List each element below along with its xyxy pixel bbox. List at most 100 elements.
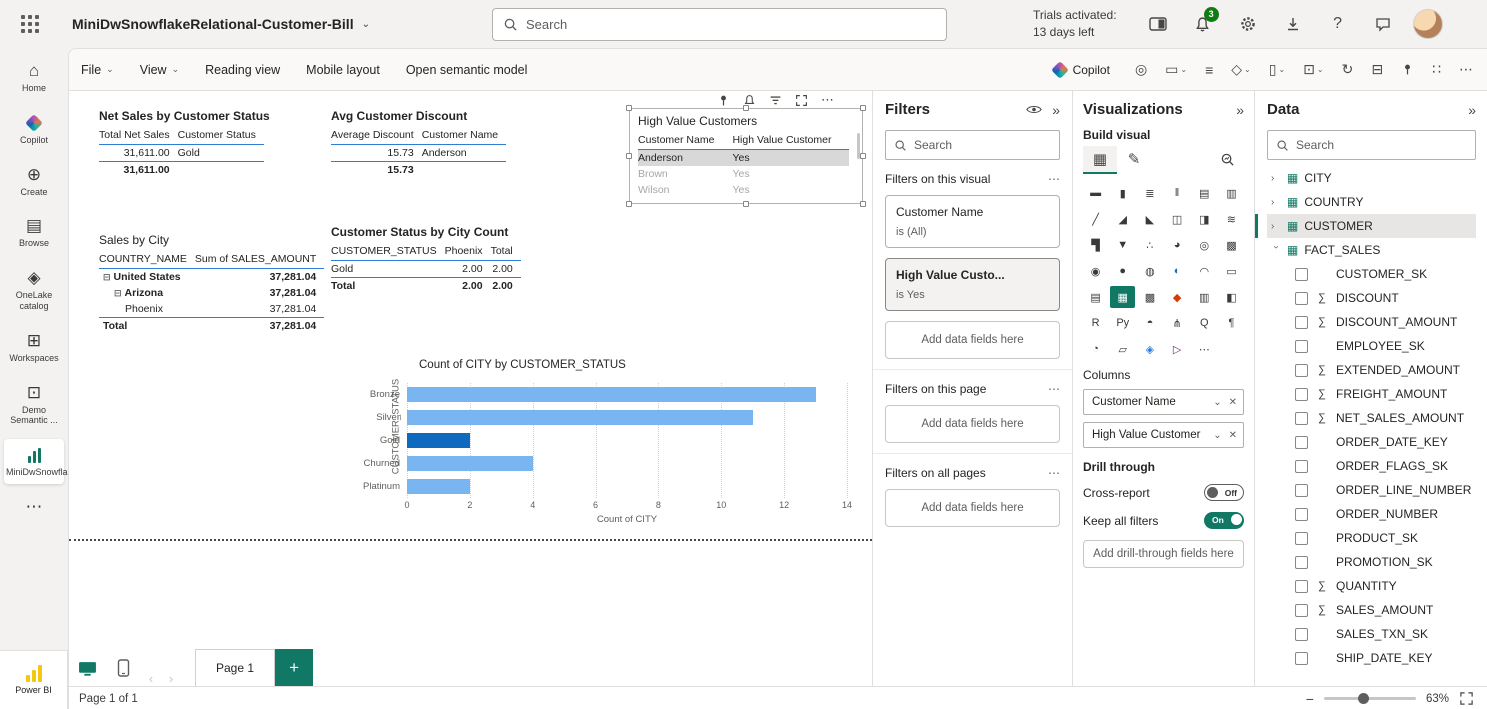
report-title-menu[interactable]: MiniDwSnowflakeRelational-Customer-Bill … (72, 16, 370, 32)
scrollbar[interactable] (857, 133, 860, 159)
keep-all-filters-toggle[interactable]: On (1204, 512, 1244, 529)
matrix-row[interactable]: Phoenix37,281.04 (99, 301, 324, 318)
data-field-PRODUCT_SK[interactable]: ∑PRODUCT_SK (1267, 526, 1476, 550)
collapse-pane-icon[interactable]: » (1236, 102, 1244, 118)
table-row[interactable]: AndersonYes (638, 150, 849, 167)
visual-type-paginated-report[interactable]: ▱ (1110, 338, 1135, 360)
side-pane-toggle-icon[interactable] (1143, 9, 1173, 39)
chevron-icon[interactable]: › (1271, 197, 1281, 208)
visual-type-filled-map[interactable]: ● (1110, 260, 1135, 282)
menu-file[interactable]: File⌄ (81, 63, 114, 77)
data-field-SHIP_DATE_KEY[interactable]: ∑SHIP_DATE_KEY (1267, 646, 1476, 670)
visual-type-clustered-bar-chart[interactable]: ≣ (1137, 182, 1162, 204)
resize-handle[interactable] (626, 201, 632, 207)
fit-to-page-icon[interactable] (1459, 691, 1474, 706)
field-checkbox[interactable] (1295, 652, 1308, 665)
more-options-icon[interactable]: ⋯ (1048, 172, 1060, 186)
visual-type-stacked-bar-chart[interactable]: ▬ (1083, 182, 1108, 204)
visual-type-map[interactable]: ◉ (1083, 260, 1108, 282)
field-checkbox[interactable] (1295, 484, 1308, 497)
data-table-COUNTRY[interactable]: ›▦COUNTRY (1267, 190, 1476, 214)
resize-handle[interactable] (860, 153, 866, 159)
menu-reading-view[interactable]: Reading view (205, 63, 280, 77)
field-checkbox[interactable] (1295, 436, 1308, 449)
matrix-row[interactable]: ⊟Arizona37,281.04 (99, 285, 324, 301)
remove-field-icon[interactable]: ✕ (1229, 430, 1237, 441)
field-checkbox[interactable] (1295, 340, 1308, 353)
app-launcher-icon[interactable] (12, 6, 48, 42)
frame-icon[interactable]: ⊡⌄ (1300, 58, 1326, 81)
filters-icon[interactable] (769, 94, 782, 107)
field-checkbox[interactable] (1295, 292, 1308, 305)
data-table-FACT_SALES[interactable]: ›▦FACT_SALES (1267, 238, 1476, 262)
field-checkbox[interactable] (1295, 364, 1308, 377)
visual-type-qa-visual[interactable]: Q (1192, 312, 1217, 334)
add-data-fields[interactable]: Add data fields here (885, 489, 1060, 527)
field-chip[interactable]: Customer Name⌄✕ (1083, 389, 1244, 415)
visual-type-waterfall-chart[interactable]: ▜ (1083, 234, 1108, 256)
explore-icon[interactable]: ◎ (1132, 58, 1150, 81)
zoom-slider[interactable] (1324, 697, 1416, 700)
cross-report-toggle[interactable]: Off (1204, 484, 1244, 501)
visual-sales-by-city-matrix[interactable]: Sales by City COUNTRY_NAMESum of SALES_A… (99, 233, 319, 334)
visual-type-more-visuals[interactable]: ⋯ (1192, 338, 1217, 360)
help-icon[interactable]: ? (1323, 9, 1353, 39)
bar-churned[interactable] (407, 456, 533, 471)
sidebar-item-create[interactable]: ⊕Create (4, 159, 64, 204)
data-field-EXTENDED_AMOUNT[interactable]: ∑EXTENDED_AMOUNT (1267, 358, 1476, 382)
filters-search[interactable] (885, 130, 1060, 160)
visual-type-matrix[interactable]: ▩ (1137, 286, 1162, 308)
visual-type-key-influencers[interactable]: ◓ (1137, 312, 1162, 334)
data-field-SALES_TXN_SK[interactable]: ∑SALES_TXN_SK (1267, 622, 1476, 646)
visual-type-card[interactable]: ▭ (1219, 260, 1244, 282)
visual-type-line-chart[interactable]: ╱ (1083, 208, 1108, 230)
menu-mobile-layout[interactable]: Mobile layout (306, 63, 380, 77)
web-view-icon[interactable] (69, 650, 105, 686)
remove-field-icon[interactable]: ✕ (1229, 397, 1237, 408)
sidebar-item-workspaces[interactable]: ⊞Workspaces (4, 325, 64, 370)
visual-type-ribbon-chart[interactable]: ≋ (1219, 208, 1244, 230)
menu-open-semantic-model[interactable]: Open semantic model (406, 63, 528, 77)
visual-type-decomposition-tree[interactable]: ⋔ (1164, 312, 1189, 334)
visual-type-kpi[interactable]: ◆ (1164, 286, 1189, 308)
add-page-button[interactable]: + (275, 649, 313, 686)
sidebar-item-home[interactable]: ⌂Home (4, 55, 64, 100)
resize-handle[interactable] (743, 105, 749, 111)
visual-type-table[interactable]: ▦ (1110, 286, 1135, 308)
pin-icon[interactable] (1398, 60, 1417, 79)
visual-type-multi-row-card[interactable]: ▤ (1083, 286, 1108, 308)
feedback-icon[interactable] (1368, 9, 1398, 39)
visual-status-by-city-matrix[interactable]: Customer Status by City Count CUSTOMER_S… (331, 225, 531, 294)
matrix-row[interactable]: Gold2.002.00 (331, 261, 521, 278)
visual-type-line-and-clustered-column-chart[interactable]: ◨ (1192, 208, 1217, 230)
sidebar-item-copilot[interactable]: Copilot (4, 107, 64, 152)
visual-type-treemap[interactable]: ▩ (1219, 234, 1244, 256)
data-search[interactable] (1267, 130, 1476, 160)
visual-type-100-stacked-column-chart[interactable]: ▥ (1219, 182, 1244, 204)
view-mode-icon[interactable]: ▯⌄ (1266, 58, 1288, 81)
chevron-icon[interactable]: › (1271, 245, 1282, 255)
focus-mode-icon[interactable] (795, 94, 808, 107)
field-checkbox[interactable] (1295, 412, 1308, 425)
eye-icon[interactable] (1026, 104, 1042, 115)
add-data-fields[interactable]: Add data fields here (885, 321, 1060, 359)
table-row[interactable]: 31,611.00Gold (99, 145, 264, 162)
visual-type-gauge[interactable]: ◠ (1192, 260, 1217, 282)
global-search[interactable] (492, 8, 947, 41)
tab-build-visual[interactable]: ▦ (1083, 146, 1117, 174)
visual-type-stacked-area-chart[interactable]: ◣ (1137, 208, 1162, 230)
field-checkbox[interactable] (1295, 508, 1308, 521)
tab-analytics[interactable] (1210, 146, 1244, 174)
field-checkbox[interactable] (1295, 460, 1308, 473)
tab-format-visual[interactable]: ✎ (1117, 146, 1151, 174)
more-options-icon[interactable]: ⋯ (1048, 382, 1060, 396)
data-field-DISCOUNT[interactable]: ∑DISCOUNT (1267, 286, 1476, 310)
visual-type-arcgis-map[interactable]: ◈ (1137, 338, 1162, 360)
menu-view[interactable]: View⌄ (140, 63, 179, 77)
data-table-CUSTOMER[interactable]: ›▦CUSTOMER (1267, 214, 1476, 238)
sidebar-item-browse[interactable]: ▤Browse (4, 210, 64, 255)
resize-handle[interactable] (743, 201, 749, 207)
data-table-CITY[interactable]: ›▦CITY (1267, 166, 1476, 190)
visual-type-100-stacked-bar-chart[interactable]: ▤ (1192, 182, 1217, 204)
next-page-icon[interactable]: › (161, 671, 181, 686)
